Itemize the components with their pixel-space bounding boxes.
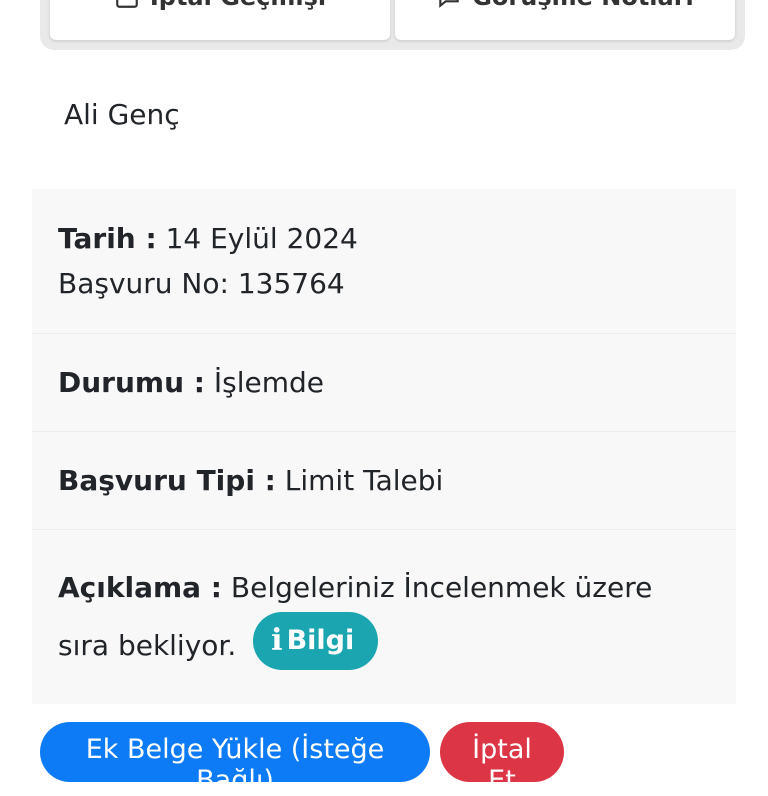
customer-name: Ali Genç bbox=[64, 98, 180, 131]
tab-label: İptal Geçmişi bbox=[150, 0, 326, 11]
type-row: Başvuru Tipi : Limit Talebi bbox=[32, 432, 736, 530]
date-label: Tarih : bbox=[58, 222, 157, 255]
status-row: Durumu : İşlemde bbox=[32, 334, 736, 432]
tab-conversation-notes[interactable]: Görüşme Notları bbox=[395, 0, 735, 40]
top-tab-bar: İptal Geçmişi Görüşme Notları bbox=[40, 0, 745, 50]
info-icon: i bbox=[271, 622, 283, 658]
info-button[interactable]: i Bilgi bbox=[253, 611, 379, 670]
upload-document-button[interactable]: Ek Belge Yükle (İsteğe Bağlı) bbox=[40, 722, 430, 796]
date-line: Tarih : 14 Eylül 2024 bbox=[58, 216, 710, 261]
cancel-application-button[interactable]: İptal Et bbox=[440, 722, 564, 796]
type-value: Limit Talebi bbox=[284, 464, 444, 497]
tab-label: Görüşme Notları bbox=[472, 0, 694, 11]
date-value: 14 Eylül 2024 bbox=[165, 222, 358, 255]
date-row: Tarih : 14 Eylül 2024 Başvuru No: 135764 bbox=[32, 189, 736, 334]
calendar-icon bbox=[116, 0, 138, 8]
tab-cancel-history[interactable]: İptal Geçmişi bbox=[50, 0, 390, 40]
status-label: Durumu : bbox=[58, 366, 205, 399]
description-row: Açıklama : Belgeleriniz İncelenmek üzere… bbox=[32, 530, 736, 704]
application-number-line: Başvuru No: 135764 bbox=[58, 261, 710, 306]
application-number-label: Başvuru No: bbox=[58, 267, 229, 300]
application-detail-card: Tarih : 14 Eylül 2024 Başvuru No: 135764… bbox=[32, 189, 736, 704]
type-label: Başvuru Tipi : bbox=[58, 464, 276, 497]
status-value: İşlemde bbox=[213, 366, 325, 399]
description-label: Açıklama : bbox=[58, 570, 222, 604]
action-buttons: Ek Belge Yükle (İsteğe Bağlı) İptal Et bbox=[40, 722, 564, 796]
chat-icon bbox=[439, 0, 459, 8]
info-button-label: Bilgi bbox=[286, 624, 355, 656]
application-number-value: 135764 bbox=[237, 267, 345, 300]
